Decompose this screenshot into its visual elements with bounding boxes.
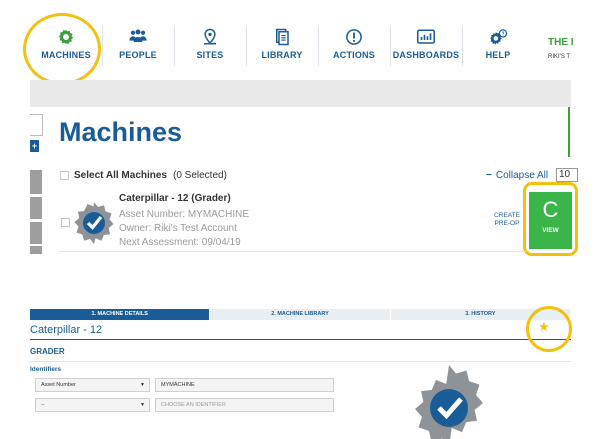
side-bar — [30, 246, 42, 254]
toolbar-band — [30, 80, 571, 107]
nav-label: LIBRARY — [261, 50, 303, 60]
people-icon — [129, 29, 147, 42]
row-divider — [58, 251, 526, 252]
nav-library[interactable]: LIBRARY — [246, 18, 318, 74]
caret-down-icon: ▼ — [140, 382, 145, 388]
machine-name[interactable]: Caterpillar - 12 (Grader) — [119, 193, 231, 204]
identifier-type-select[interactable]: -- ▼ — [35, 398, 150, 412]
next-assessment: Next Assessment: 09/04/19 — [119, 237, 241, 248]
add-icon[interactable]: + — [30, 140, 39, 152]
nav-actions[interactable]: ACTIONS — [318, 18, 390, 74]
collapse-all-label: Collapse All — [495, 170, 549, 181]
machine-row-checkbox[interactable] — [61, 218, 70, 227]
nav-people[interactable]: PEOPLE — [102, 18, 174, 74]
tab-machine-details[interactable]: 1. MACHINE DETAILS — [30, 309, 211, 320]
nav-label: HELP — [485, 50, 511, 60]
highlight-circle-star — [526, 306, 572, 352]
alert-icon — [346, 29, 362, 45]
page-title: Machines — [59, 117, 183, 147]
detail-title: Caterpillar - 12 — [30, 324, 103, 336]
title-rule — [30, 339, 571, 340]
nav-dashboards[interactable]: DASHBOARDS — [390, 18, 462, 74]
dashboard-icon — [417, 29, 435, 44]
nav-label: PEOPLE — [119, 50, 157, 60]
identifier-type-select[interactable]: Asset Number ▼ — [35, 378, 150, 392]
caret-down-icon: ▼ — [140, 402, 145, 408]
main-nav: MACHINES PEOPLE SITES LIBRARY ACTIONS DA… — [30, 18, 571, 74]
side-search-box[interactable] — [30, 114, 43, 136]
side-bar — [30, 170, 42, 194]
nav-label: DASHBOARDS — [392, 50, 460, 60]
brand-title: THE I — [548, 37, 574, 48]
map-pin-icon — [204, 28, 216, 45]
brand-subtitle: RIKI'S T — [548, 54, 571, 60]
identifier-type-value: Asset Number — [41, 382, 76, 388]
select-all-row: Select All Machines (0 Selected) — [60, 170, 227, 181]
identifier-value-input[interactable]: MYMACHINE — [155, 378, 334, 392]
nav-sites[interactable]: SITES — [174, 18, 246, 74]
nav-label: SITES — [196, 50, 224, 60]
machine-gear-icon — [415, 365, 483, 439]
svg-text:?: ? — [501, 31, 504, 37]
identifier-type-value: -- — [41, 402, 45, 408]
identifier-value-input[interactable]: CHOOSE AN IDENTIFIER — [155, 398, 334, 412]
detail-tabs: 1. MACHINE DETAILS 2. MACHINE LIBRARY 3.… — [30, 309, 571, 320]
create-preop-link[interactable]: CREATE PRE-OP — [488, 212, 526, 228]
identifiers-heading: Identifiers — [30, 366, 62, 373]
library-icon — [276, 28, 289, 46]
tab-machine-library[interactable]: 2. MACHINE LIBRARY — [210, 309, 391, 320]
side-bar — [30, 197, 42, 219]
highlight-circle-machines — [23, 13, 101, 85]
nav-help[interactable]: ? HELP — [462, 18, 534, 74]
machine-gear-icon — [74, 202, 114, 244]
section-rule — [30, 361, 571, 362]
page-size-select[interactable]: 10 — [556, 168, 578, 182]
nav-label: ACTIONS — [333, 50, 375, 60]
selected-count: (0 Selected) — [173, 170, 227, 181]
help-gear-icon: ? — [490, 29, 508, 45]
owner: Owner: Riki's Test Account — [119, 223, 237, 234]
highlight-box-view — [523, 182, 578, 256]
machine-type: GRADER — [30, 347, 65, 356]
brand: THE I RIKI'S T — [548, 37, 578, 60]
minus-icon: − — [486, 170, 492, 181]
select-all-label[interactable]: Select All Machines — [74, 170, 167, 181]
select-all-checkbox[interactable] — [60, 171, 69, 180]
collapse-all-link[interactable]: − Collapse All — [486, 170, 548, 181]
accent-divider — [568, 107, 570, 157]
side-bar — [30, 222, 42, 244]
asset-number: Asset Number: MYMACHINE — [119, 209, 250, 220]
